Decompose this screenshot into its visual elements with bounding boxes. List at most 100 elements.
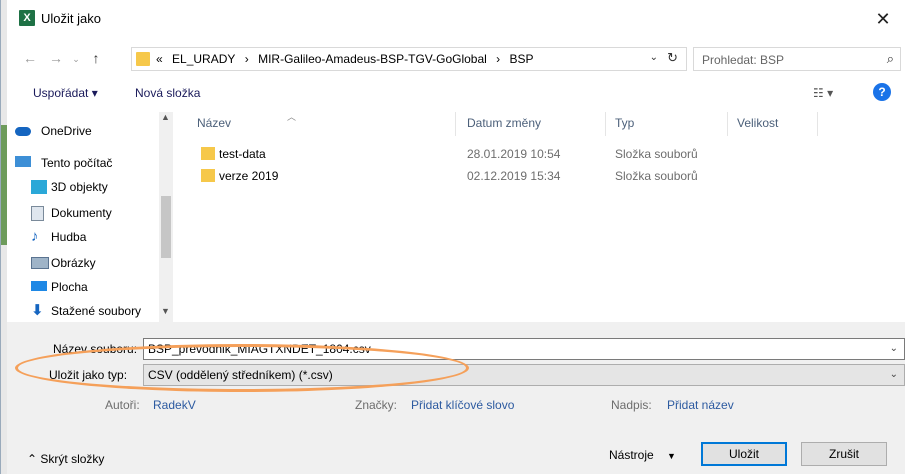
sort-caret-icon: ︿ xyxy=(287,112,297,122)
file-name: test-data xyxy=(219,147,266,161)
title-bar: X Uložit jako ✕ xyxy=(7,0,905,42)
desktop-icon xyxy=(31,281,47,291)
column-separator[interactable] xyxy=(727,112,728,136)
download-icon: ⬇ xyxy=(31,302,44,319)
nav-item-onedrive[interactable]: OneDrive xyxy=(15,120,92,142)
back-arrow-icon[interactable]: ← xyxy=(21,50,39,66)
nav-item-3d-objects[interactable]: 3D objekty xyxy=(31,176,108,198)
column-header-date[interactable]: Datum změny xyxy=(467,116,541,130)
breadcrumb-el-urady[interactable]: EL_URADY xyxy=(172,52,235,66)
file-type: Složka souborů xyxy=(615,147,698,161)
breadcrumb-separator: › xyxy=(496,52,501,66)
search-icon: ⌕ xyxy=(886,51,894,66)
column-header-name[interactable]: Název xyxy=(197,116,231,130)
nav-item-this-pc[interactable]: Tento počítač xyxy=(15,152,113,174)
pictures-icon xyxy=(31,257,49,269)
cancel-button[interactable]: Zrušit xyxy=(801,442,887,466)
recent-locations-chevron-icon[interactable]: ⌄ xyxy=(67,54,85,65)
nav-item-documents[interactable]: Dokumenty xyxy=(31,202,112,224)
filename-label: Název souboru: xyxy=(53,342,138,356)
nav-item-label: Obrázky xyxy=(51,256,96,270)
breadcrumb-bsp[interactable]: BSP xyxy=(510,52,534,66)
view-options-icon[interactable]: ☷ ▾ xyxy=(813,86,833,100)
scroll-thumb[interactable] xyxy=(161,196,171,258)
file-type: Složka souborů xyxy=(615,169,698,183)
computer-icon xyxy=(15,156,31,167)
nav-item-pictures[interactable]: Obrázky xyxy=(31,252,96,274)
column-separator[interactable] xyxy=(605,112,606,136)
close-icon[interactable]: ✕ xyxy=(871,7,895,31)
new-folder-button[interactable]: Nová složka xyxy=(135,86,200,100)
breadcrumb-overflow[interactable]: « xyxy=(156,52,163,66)
address-row: ← → ⌄ ↑ « EL_URADY › MIR-Galileo-Amadeus… xyxy=(7,44,905,74)
breadcrumb-separator: › xyxy=(244,52,249,66)
chevron-down-icon[interactable]: ⌄ xyxy=(890,343,898,354)
documents-icon xyxy=(31,206,44,221)
table-row[interactable]: test-data 28.01.2019 10:54 Složka soubor… xyxy=(181,144,905,164)
music-icon: ♪ xyxy=(31,228,39,245)
save-button[interactable]: Uložit xyxy=(701,442,787,466)
caret-down-icon: ▼ xyxy=(667,451,676,461)
nav-item-music[interactable]: ♪ Hudba xyxy=(31,226,87,248)
tags-label: Značky: xyxy=(355,398,398,412)
table-row[interactable]: verze 2019 02.12.2019 15:34 Složka soubo… xyxy=(181,166,905,186)
file-date: 02.12.2019 15:34 xyxy=(467,169,561,183)
refresh-icon[interactable]: ↻ xyxy=(667,50,678,66)
save-as-dialog: X Uložit jako ✕ ← → ⌄ ↑ « EL_URADY › MIR… xyxy=(0,0,905,474)
3d-objects-icon xyxy=(31,180,47,194)
nav-item-label: OneDrive xyxy=(41,124,92,138)
save-form: Název souboru: BSP_prevodnik_MIAGTXNDET_… xyxy=(7,322,905,474)
address-dropdown-chevron-icon[interactable]: ⌄ xyxy=(650,52,658,63)
forward-arrow-icon[interactable]: → xyxy=(47,50,65,66)
file-list: Název ︿ Datum změny Typ Velikost test-da… xyxy=(181,112,905,322)
search-input[interactable]: Prohledat: BSP ⌕ xyxy=(693,47,901,71)
organize-button[interactable]: Uspořádat ▾ xyxy=(33,86,98,100)
cloud-icon xyxy=(15,127,31,136)
folder-icon xyxy=(201,147,215,160)
file-name: verze 2019 xyxy=(219,169,279,183)
caption-value[interactable]: Přidat název xyxy=(667,398,734,412)
excel-icon: X xyxy=(19,10,35,26)
search-placeholder: Prohledat: BSP xyxy=(702,53,785,67)
folder-icon xyxy=(201,169,215,182)
scroll-up-icon[interactable]: ▲ xyxy=(161,112,170,122)
nav-item-label: Plocha xyxy=(51,280,88,294)
column-separator[interactable] xyxy=(817,112,818,136)
caption-label: Nadpis: xyxy=(611,398,652,412)
nav-item-label: Dokumenty xyxy=(51,206,112,220)
nav-item-label: Stažené soubory xyxy=(51,304,142,318)
up-arrow-icon[interactable]: ↑ xyxy=(87,50,105,66)
help-icon[interactable]: ? xyxy=(873,83,891,101)
column-header-size[interactable]: Velikost xyxy=(737,116,778,130)
filename-input[interactable]: BSP_prevodnik_MIAGTXNDET_1804.csv ⌄ xyxy=(143,338,905,360)
folder-icon xyxy=(136,52,150,66)
file-type-value: CSV (oddělený středníkem) (*.csv) xyxy=(148,368,333,382)
nav-item-label: Hudba xyxy=(51,230,87,244)
authors-label: Autoři: xyxy=(105,398,140,412)
authors-value[interactable]: RadekV xyxy=(153,398,196,412)
file-type-label: Uložit jako typ: xyxy=(49,368,128,382)
nav-item-label: Tento počítač xyxy=(41,156,113,170)
tags-value[interactable]: Přidat klíčové slovo xyxy=(411,398,514,412)
file-date: 28.01.2019 10:54 xyxy=(467,147,561,161)
tools-button[interactable]: Nástroje ▼ xyxy=(609,448,676,462)
toolbar: Uspořádat ▾ Nová složka ☷ ▾ ? xyxy=(7,78,905,108)
chevron-up-icon: ⌃ xyxy=(27,452,38,466)
nav-scrollbar[interactable]: ▲ ▼ xyxy=(159,112,173,324)
nav-item-desktop[interactable]: Plocha xyxy=(31,276,88,298)
scroll-down-icon[interactable]: ▼ xyxy=(161,306,170,316)
nav-item-downloads[interactable]: ⬇ Stažené soubory xyxy=(31,300,142,322)
chevron-down-icon[interactable]: ⌄ xyxy=(890,369,898,380)
tools-label: Nástroje xyxy=(609,448,654,462)
column-header-type[interactable]: Typ xyxy=(615,116,634,130)
hide-folders-toggle[interactable]: ⌃ Skrýt složky xyxy=(27,452,104,466)
filename-value: BSP_prevodnik_MIAGTXNDET_1804.csv xyxy=(148,342,371,356)
breadcrumb: « EL_URADY › MIR-Galileo-Amadeus-BSP-TGV… xyxy=(156,52,540,66)
address-bar[interactable]: « EL_URADY › MIR-Galileo-Amadeus-BSP-TGV… xyxy=(131,47,687,71)
column-separator[interactable] xyxy=(455,112,456,136)
navigation-pane: OneDrive Tento počítač 3D objekty Dokume… xyxy=(7,112,173,324)
nav-item-label: 3D objekty xyxy=(51,180,108,194)
hide-folders-label: Skrýt složky xyxy=(40,452,105,466)
breadcrumb-mir-folder[interactable]: MIR-Galileo-Amadeus-BSP-TGV-GoGlobal xyxy=(258,52,487,66)
file-type-select[interactable]: CSV (oddělený středníkem) (*.csv) ⌄ xyxy=(143,364,905,386)
